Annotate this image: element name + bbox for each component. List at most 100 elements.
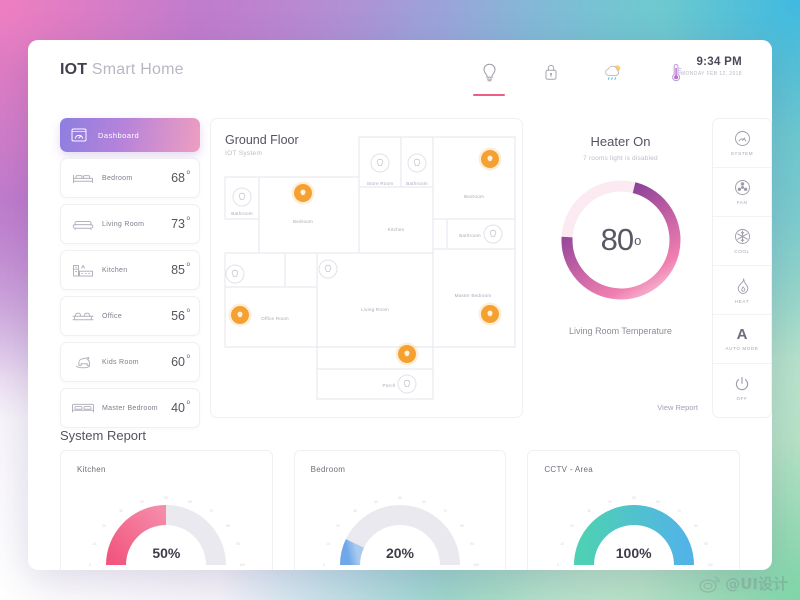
floorplan-panel: Ground Floor IOT System Store Room Bathr… [210,118,523,418]
sidebar-room-name: Kids Room [102,358,139,366]
floorplan-light-off [232,187,252,207]
floorplan-light-on [478,147,502,171]
sidebar-room-name: Master Bedroom [102,404,158,412]
power-icon [735,376,749,391]
rail-item-fan[interactable]: FAN [713,168,771,217]
svg-text:100: 100 [240,563,246,567]
flame-icon [737,277,748,294]
nav-bulb-button[interactable] [462,52,516,96]
watermark: @UI设计 [699,573,788,594]
gauge-value: 100% [615,545,652,561]
header: IOT Smart Home 9:34 PM MONDAY FEB 12, 20… [28,40,772,100]
sidebar-room-name: Kitchen [102,266,128,274]
svg-text:90: 90 [704,542,708,546]
gauge-cards: Kitchen 01020 304050 607080 90100 [60,450,741,570]
sidebar-item-living-room[interactable]: Living Room 73 o [60,204,200,244]
gauge-title: Kitchen [77,465,106,474]
sidebar-room-name: Bedroom [102,174,133,182]
rail-label: HEAT [734,298,750,304]
floorplan-light-on [228,303,252,327]
sidebar-item-bedroom[interactable]: Bedroom 68 o [60,158,200,198]
heater-ring: 80 o [557,176,685,304]
floorplan-light-off [225,264,245,284]
header-nav [448,52,708,96]
rail-item-off[interactable]: OFF [713,364,771,413]
brand-bold: IOT [60,61,88,78]
sidebar-item-dashboard[interactable]: Dashboard [60,118,200,152]
svg-text:30: 30 [353,509,357,513]
rail-label: FAN [736,200,748,205]
floorplan-room-label: Bathroom [406,181,428,186]
letter-a-icon: A [736,326,748,343]
svg-text:80: 80 [227,524,231,528]
lock-icon [545,64,557,80]
sidebar-room-temp: 60 o [171,354,190,369]
nav-weather-button[interactable] [586,52,640,92]
rail-label: AUTO MODE [725,346,759,351]
svg-text:70: 70 [677,509,681,513]
floorplan-room-label: Office Room [261,316,289,321]
svg-text:30: 30 [587,509,591,513]
nav-lock-button[interactable] [524,52,578,92]
sidebar-item-kitchen[interactable]: Kitchen 85 o [60,250,200,290]
svg-text:0: 0 [323,563,325,567]
clock-date: MONDAY FEB 12, 2018 [680,71,742,77]
floorplan-light-on [395,342,419,366]
svg-text:60: 60 [189,500,193,504]
svg-text:10: 10 [93,542,97,546]
floorplan-room-label: Porch [382,383,395,388]
floorplan-room-label: Living Room [361,307,389,312]
view-report-link[interactable]: View Report [657,403,698,412]
floorplan-room-label: Bathroom [231,211,253,216]
svg-text:10: 10 [326,542,330,546]
floorplan-light-on [478,302,502,326]
sidebar-room-temp: 56 o [171,308,190,323]
sidebar-room-name: Office [102,312,122,320]
gauge-icon [71,128,87,142]
rail-label: SYSTEM [730,151,754,156]
sofa-icon [71,217,95,231]
gauge-value: 20% [385,545,415,561]
sidebar-room-temp: 68 o [171,170,190,185]
gauge-title: CCTV - Area [544,465,593,474]
sidebar-room-temp: 73 o [171,216,190,231]
svg-text:70: 70 [443,509,447,513]
svg-text:10: 10 [560,542,564,546]
rail-item-cool[interactable]: COOL [713,217,771,266]
svg-text:70: 70 [210,509,214,513]
svg-text:20: 20 [103,524,107,528]
rail-label: OFF [736,396,748,401]
watermark-text: @UI设计 [725,575,788,593]
dashboard-card: IOT Smart Home 9:34 PM MONDAY FEB 12, 20… [28,40,772,570]
mode-rail: SYSTEM FAN COOL HEAT A AUTO MODE OFF [712,118,772,418]
gauge-value: 50% [152,545,181,561]
floorplan-light-off [318,259,338,279]
sidebar-item-office[interactable]: Office 56 o [60,296,200,336]
floorplan-room-label: Bathroom [459,233,481,238]
svg-text:30: 30 [120,509,124,513]
floorplan-room-label: Kitchen [388,227,405,232]
heater-panel: Heater On 7 rooms light is disabled 80o [533,118,708,418]
weibo-icon [699,576,721,593]
svg-text:60: 60 [656,500,660,504]
svg-text:80: 80 [460,524,464,528]
kitchen-icon [71,263,95,278]
floorplan-light-off [370,153,390,173]
gauge-title: Bedroom [310,465,346,474]
rail-item-auto-mode[interactable]: A AUTO MODE [713,315,771,364]
rocking-horse-icon [71,355,95,370]
sidebar-item-master-bedroom[interactable]: Master Bedroom 40 o [60,388,200,428]
sidebar-item-kids-room[interactable]: Kids Room 60 o [60,342,200,382]
svg-text:50: 50 [398,496,402,500]
system-report-title: System Report [60,428,146,443]
speedometer-icon [734,131,750,146]
rail-item-heat[interactable]: HEAT [713,266,771,315]
floorplan-light-off [397,374,417,394]
thermometer-icon [672,63,682,81]
floorplan-light-off [483,224,503,244]
svg-text:100: 100 [707,563,713,567]
double-bed-icon [71,401,95,415]
rail-item-system[interactable]: SYSTEM [713,119,771,168]
gauge-card-cctv-area: CCTV - Area 0 10 20 30 40 50 60 70 80 90 100 [527,450,741,570]
gauge-card-bedroom: Bedroom 0 10 20 30 40 50 60 70 80 90 100 [293,450,507,570]
